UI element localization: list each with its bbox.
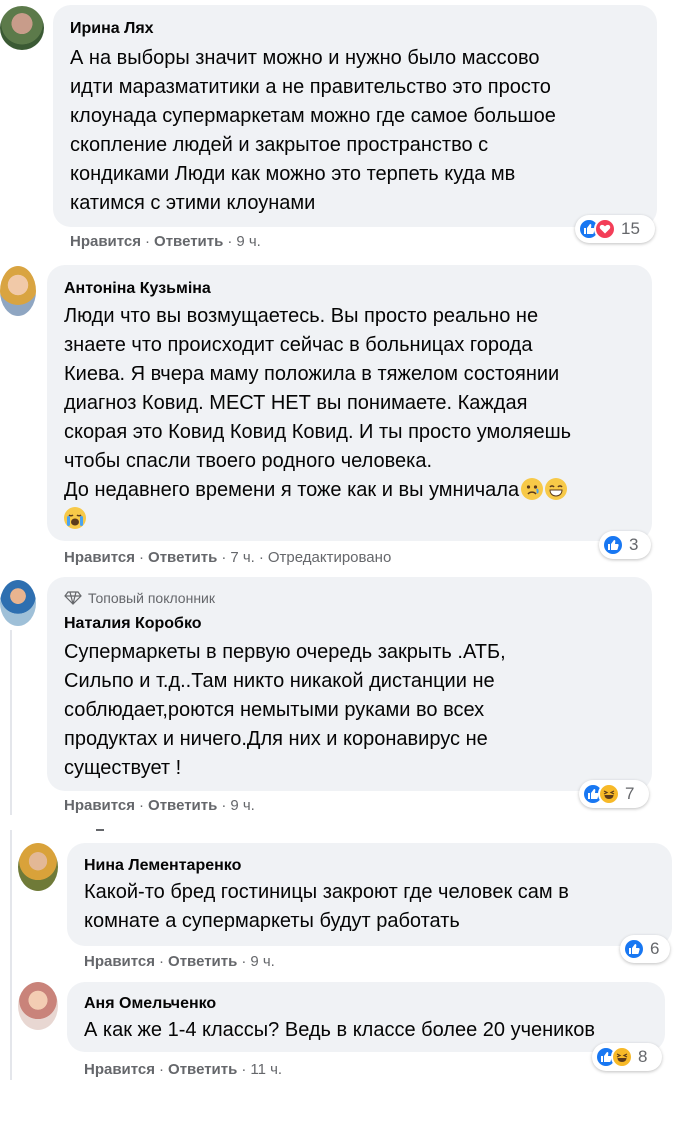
avatar[interactable] — [18, 843, 58, 891]
reaction-count: 15 — [621, 219, 640, 238]
comment-author[interactable]: Наталия Коробко — [64, 615, 202, 633]
reaction-summary[interactable]: 6 — [620, 935, 670, 963]
top-fan-badge[interactable]: Топовый поклонник — [64, 590, 215, 606]
like-button[interactable]: Нравится — [84, 1061, 155, 1078]
like-reaction-icon — [602, 534, 624, 556]
sad-face-emoji — [521, 478, 544, 500]
reaction-summary[interactable]: 15 — [575, 215, 655, 243]
comment-author[interactable]: Ирина Лях — [70, 20, 154, 38]
crying-face-emoji — [64, 507, 86, 529]
reply-author[interactable]: Аня Омельченко — [84, 995, 216, 1013]
like-button[interactable]: Нравится — [84, 953, 155, 970]
reply-button[interactable]: Ответить — [154, 233, 223, 250]
avatar[interactable] — [0, 6, 44, 50]
reply-button[interactable]: Ответить — [168, 953, 237, 970]
reply-actions: Нравится · Ответить · 11 ч. — [84, 1061, 283, 1078]
reaction-summary[interactable]: 7 — [579, 780, 649, 808]
comment-actions: Нравится · Ответить · 7 ч. · Отредактировано — [64, 549, 392, 566]
timestamp[interactable]: 9 ч. — [236, 233, 261, 250]
like-button[interactable]: Нравится — [64, 549, 135, 566]
love-reaction-icon — [594, 218, 616, 240]
grin-face-emoji — [545, 478, 568, 500]
reaction-count: 8 — [638, 1047, 648, 1066]
reply-button[interactable]: Ответить — [148, 797, 217, 814]
like-button[interactable]: Нравится — [70, 233, 141, 250]
haha-reaction-icon — [611, 1046, 633, 1068]
badge-label: Топовый поклонник — [88, 590, 215, 606]
reply-button[interactable]: Ответить — [148, 549, 217, 566]
reaction-summary[interactable]: 3 — [599, 531, 651, 559]
reaction-count: 6 — [650, 939, 660, 958]
like-button[interactable]: Нравится — [64, 797, 135, 814]
avatar[interactable] — [0, 580, 36, 626]
edited-label: Отредактировано — [267, 549, 392, 566]
avatar[interactable] — [18, 982, 58, 1030]
reaction-count: 7 — [625, 784, 635, 803]
diamond-icon — [64, 591, 82, 605]
avatar[interactable] — [0, 266, 36, 316]
timestamp[interactable]: 7 ч. — [230, 549, 255, 566]
reply-button[interactable]: Ответить — [168, 1061, 237, 1078]
reaction-count: 3 — [629, 535, 639, 554]
comment-text: А на выборы значит можно и нужно было ма… — [70, 47, 556, 214]
reply-text: Какой-то бред гостиницы закроют где чело… — [84, 881, 569, 932]
comment-author[interactable]: Антоніна Кузьміна — [64, 280, 211, 298]
haha-reaction-icon — [598, 783, 620, 805]
comment-text: Супермаркеты в первую очередь закрыть .А… — [64, 641, 506, 779]
comment-actions: Нравится · Ответить · 9 ч. — [64, 797, 255, 814]
timestamp[interactable]: 11 ч. — [250, 1061, 282, 1078]
reaction-summary[interactable]: 8 — [592, 1043, 662, 1071]
thread-line — [10, 630, 12, 815]
reply-actions: Нравится · Ответить · 9 ч. — [84, 953, 275, 970]
timestamp[interactable]: 9 ч. — [250, 953, 275, 970]
comment-actions: Нравится · Ответить · 9 ч. — [70, 233, 261, 250]
comment-text: Люди что вы возмущаетесь. Вы просто реал… — [64, 302, 571, 534]
thread-connector — [96, 829, 104, 831]
like-reaction-icon — [623, 938, 645, 960]
reply-text: А как же 1-4 классы? Ведь в классе более… — [84, 1019, 596, 1041]
reply-author[interactable]: Нина Лементаренко — [84, 857, 241, 875]
thread-line — [10, 830, 12, 1080]
timestamp[interactable]: 9 ч. — [230, 797, 255, 814]
